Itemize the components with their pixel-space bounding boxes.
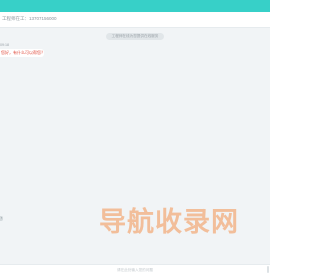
system-notice: 工程师在线为您提供在线服务 bbox=[106, 33, 164, 40]
composer-placeholder[interactable]: 请在此处输入您的问题 bbox=[0, 267, 270, 273]
agent-message-bubble: 您好，有什么可以帮您？ bbox=[0, 49, 44, 57]
chevron-right-icon[interactable]: › bbox=[0, 216, 3, 221]
top-bar bbox=[0, 0, 270, 12]
contact-info: 工程师在工：13707156000 bbox=[2, 16, 57, 21]
watermark-logo-text: 导航收录网 bbox=[99, 206, 239, 236]
watermark-logo: 导航收录网 bbox=[99, 206, 239, 236]
message-timestamp: 09:18 bbox=[0, 43, 9, 47]
message-composer[interactable]: 请在此处输入您的问题 bbox=[0, 264, 270, 274]
composer-scrollbar[interactable] bbox=[267, 266, 269, 273]
contact-header: 工程师在工：13707156000 bbox=[0, 12, 270, 28]
